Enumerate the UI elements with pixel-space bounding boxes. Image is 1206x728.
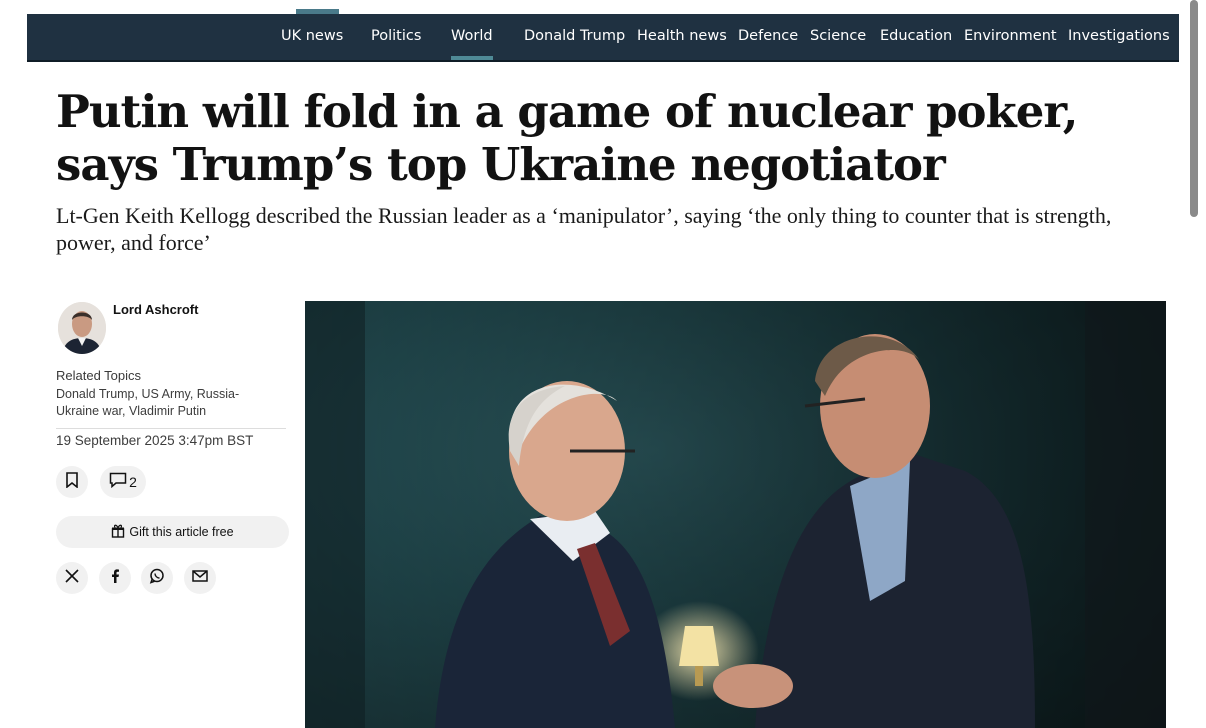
nav-list: UK news Politics World Donald Trump Heal… — [27, 14, 1179, 60]
section-navbar: UK news Politics World Donald Trump Heal… — [27, 14, 1179, 62]
nav-item-health-news[interactable]: Health news — [637, 14, 727, 60]
gift-article-label: Gift this article free — [129, 525, 234, 539]
gift-icon — [111, 524, 125, 541]
share-email-button[interactable] — [184, 562, 216, 594]
nav-item-uk-news[interactable]: UK news — [281, 14, 343, 60]
comment-count: 2 — [129, 474, 137, 490]
article-lead-photo — [305, 301, 1166, 728]
nav-item-education[interactable]: Education — [880, 14, 952, 60]
comment-icon — [109, 472, 127, 493]
share-whatsapp-button[interactable] — [141, 562, 173, 594]
nav-item-politics[interactable]: Politics — [371, 14, 421, 60]
related-topics-label: Related Topics — [56, 368, 142, 383]
nav-item-donald-trump[interactable]: Donald Trump — [524, 14, 625, 60]
nav-item-defence[interactable]: Defence — [738, 14, 798, 60]
facebook-icon — [110, 568, 120, 588]
bookmark-button[interactable] — [56, 466, 88, 498]
nav-item-science[interactable]: Science — [810, 14, 866, 60]
share-facebook-button[interactable] — [99, 562, 131, 594]
whatsapp-icon — [149, 568, 165, 589]
share-x-button[interactable] — [56, 562, 88, 594]
nav-item-environment[interactable]: Environment — [964, 14, 1057, 60]
article-standfirst: Lt-Gen Keith Kellogg described the Russi… — [56, 203, 1112, 255]
gift-article-button[interactable]: Gift this article free — [56, 516, 289, 548]
comments-button[interactable]: 2 — [100, 466, 146, 498]
nav-item-world[interactable]: World — [451, 14, 493, 60]
article-headline: Putin will fold in a game of nuclear pok… — [56, 85, 1078, 191]
author-name[interactable]: Lord Ashcroft — [113, 302, 198, 317]
page-scrollbar[interactable] — [1186, 0, 1206, 728]
scrollbar-thumb[interactable] — [1190, 0, 1198, 217]
related-topics-list[interactable]: Donald Trump, US Army, Russia-Ukraine wa… — [56, 386, 281, 420]
email-icon — [192, 569, 208, 587]
rail-divider — [56, 428, 286, 429]
bookmark-icon — [65, 471, 79, 493]
x-icon — [65, 568, 79, 588]
nav-item-investigations[interactable]: Investigations — [1068, 14, 1170, 60]
author-avatar[interactable] — [58, 302, 106, 354]
publish-timestamp: 19 September 2025 3:47pm BST — [56, 433, 254, 448]
